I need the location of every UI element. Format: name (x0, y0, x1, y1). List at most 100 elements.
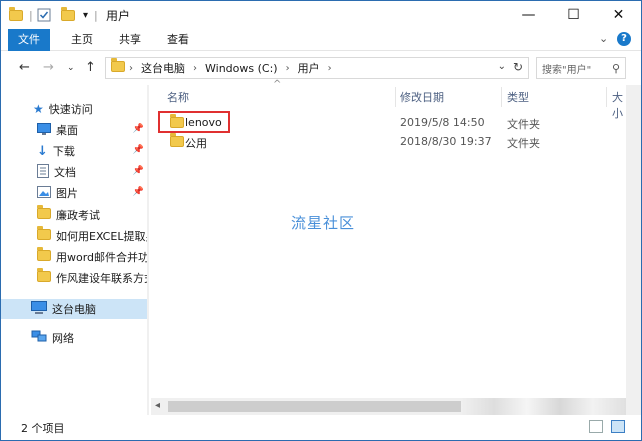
document-icon (37, 163, 49, 181)
address-bar[interactable]: › 这台电脑 › Windows (C:) › 用户 › ⌄ ↻ (105, 57, 529, 79)
sidebar-item-downloads[interactable]: ↓ 下载 📌 (1, 141, 149, 161)
sidebar-scrollbar[interactable] (147, 85, 149, 415)
sort-ascending-icon: ^ (273, 79, 282, 90)
maximize-button[interactable]: ☐ (551, 1, 596, 29)
sidebar-item-recent-folder[interactable]: 廉政考试 (1, 205, 149, 225)
star-icon: ★ (33, 102, 44, 116)
separator: | (29, 8, 33, 22)
sidebar-item-desktop[interactable]: 桌面 📌 (1, 120, 149, 140)
scrollbar-thumb[interactable] (168, 401, 468, 412)
sidebar-item-label: 用word邮件合并功 (56, 251, 149, 264)
breadcrumb-chevron-icon[interactable]: › (328, 63, 332, 74)
folder-icon (111, 58, 125, 75)
properties-icon[interactable] (37, 7, 51, 23)
computer-icon (31, 301, 47, 317)
scroll-left-icon[interactable]: ◂ (155, 400, 160, 411)
sidebar-item-recent-folder[interactable]: 作风建设年联系方式 (1, 268, 149, 288)
tab-share[interactable]: 共享 (109, 29, 151, 51)
breadcrumb-chevron-icon[interactable]: › (286, 63, 290, 74)
file-date: 2018/8/30 19:37 (400, 135, 492, 148)
forward-arrow-icon[interactable]: → (43, 60, 54, 75)
folder-icon (37, 247, 51, 264)
folder-icon (37, 226, 51, 243)
tab-file[interactable]: 文件 (8, 29, 50, 51)
file-name: 公用 (185, 137, 207, 150)
minimize-button[interactable]: — (506, 1, 551, 29)
vertical-scrollbar[interactable] (626, 85, 641, 415)
tab-home[interactable]: 主页 (61, 29, 103, 51)
sidebar-item-label: 下载 (52, 145, 75, 158)
sidebar-item-label: 桌面 (56, 124, 78, 137)
sidebar-item-label: 廉政考试 (56, 209, 100, 222)
breadcrumb-windows-c[interactable]: Windows (C:) (205, 62, 278, 75)
picture-icon (37, 185, 51, 201)
new-folder-icon[interactable] (61, 6, 75, 23)
sidebar-item-pictures[interactable]: 图片 📌 (1, 183, 149, 203)
sidebar-item-network[interactable]: 网络 (1, 328, 149, 348)
title-bar: | ▾ | 用户 — ☐ ✕ (1, 1, 641, 29)
navigation-pane: ★ 快速访问 桌面 📌 ↓ 下载 📌 文档 📌 图片 📌 廉政考试 如何用EXC… (1, 85, 149, 415)
file-type: 文件夹 (507, 118, 540, 131)
customize-toolbar-icon[interactable]: ▾ (83, 7, 88, 23)
sidebar-item-recent-folder[interactable]: 用word邮件合并功 (1, 247, 149, 267)
desktop-icon (37, 122, 51, 138)
file-type: 文件夹 (507, 137, 540, 150)
sidebar-item-recent-folder[interactable]: 如何用EXCEL提取身 (1, 226, 149, 246)
network-icon (31, 330, 47, 346)
sidebar-item-quick-access[interactable]: ★ 快速访问 (1, 99, 149, 119)
column-divider[interactable] (395, 87, 396, 107)
close-button[interactable]: ✕ (596, 1, 641, 29)
breadcrumb-chevron-icon[interactable]: › (193, 63, 197, 74)
download-icon: ↓ (37, 143, 48, 159)
table-row[interactable]: 公用 2018/8/30 19:37 文件夹 (157, 132, 617, 152)
column-header-name[interactable]: 名称 (167, 89, 189, 105)
sidebar-item-label: 文档 (54, 166, 76, 179)
refresh-icon[interactable]: ↻ (513, 60, 523, 74)
tab-view[interactable]: 查看 (157, 29, 199, 51)
column-header-date[interactable]: 修改日期 (400, 89, 444, 105)
sidebar-item-documents[interactable]: 文档 📌 (1, 162, 149, 182)
search-icon[interactable]: ⚲ (612, 62, 620, 75)
folder-icon (37, 205, 51, 222)
ribbon-expand-icon[interactable]: ⌄ (599, 32, 608, 45)
recent-locations-chevron-icon[interactable]: ⌄ (67, 63, 75, 73)
status-bar: 2 个项目 (1, 415, 641, 440)
pin-icon[interactable]: 📌 (133, 187, 144, 197)
sidebar-item-label: 如何用EXCEL提取身 (56, 230, 149, 243)
pin-icon[interactable]: 📌 (133, 124, 144, 134)
folder-icon (170, 133, 184, 150)
sidebar-item-this-pc[interactable]: 这台电脑 (1, 299, 149, 319)
breadcrumb-chevron-icon[interactable]: › (129, 63, 133, 74)
explorer-window: | ▾ | 用户 — ☐ ✕ 文件 主页 共享 查看 ⌄ ? ← → ⌄ ↑ ›… (0, 0, 642, 441)
horizontal-scrollbar[interactable]: ◂ (151, 398, 626, 415)
column-header-type[interactable]: 类型 (507, 89, 529, 105)
address-dropdown-icon[interactable]: ⌄ (498, 61, 506, 72)
back-arrow-icon[interactable]: ← (19, 60, 30, 75)
sidebar-item-label: 作风建设年联系方式 (56, 272, 149, 285)
watermark: 流星社区 (291, 214, 356, 232)
sidebar-item-label: 这台电脑 (52, 303, 96, 316)
window-title: 用户 (106, 9, 131, 23)
ribbon-tabs: 文件 主页 共享 查看 ⌄ ? (1, 29, 641, 51)
help-icon[interactable]: ? (617, 32, 631, 46)
sidebar-item-label: 图片 (56, 187, 78, 200)
highlight-box (158, 111, 230, 133)
navigation-bar: ← → ⌄ ↑ › 这台电脑 › Windows (C:) › 用户 › ⌄ ↻… (1, 51, 641, 85)
separator: | (94, 8, 98, 22)
breadcrumb-users[interactable]: 用户 (298, 60, 320, 76)
search-input[interactable]: 搜索"用户" ⚲ (536, 57, 626, 79)
sidebar-item-label: 快速访问 (48, 103, 93, 116)
item-count: 2 个项目 (21, 422, 65, 435)
column-divider[interactable] (606, 87, 607, 107)
breadcrumb-this-pc[interactable]: 这台电脑 (141, 60, 185, 76)
sidebar-item-label: 网络 (52, 332, 74, 345)
large-icons-view-icon[interactable] (611, 420, 625, 433)
up-arrow-icon[interactable]: ↑ (85, 60, 96, 75)
file-list: ^ 名称 修改日期 类型 大小 lenovo 2019/5/8 14:50 文件… (151, 79, 626, 415)
pin-icon[interactable]: 📌 (133, 145, 144, 155)
column-divider[interactable] (501, 87, 502, 107)
pin-icon[interactable]: 📌 (133, 166, 144, 176)
folder-icon (37, 268, 51, 285)
file-date: 2019/5/8 14:50 (400, 116, 485, 129)
details-view-icon[interactable] (589, 420, 603, 433)
